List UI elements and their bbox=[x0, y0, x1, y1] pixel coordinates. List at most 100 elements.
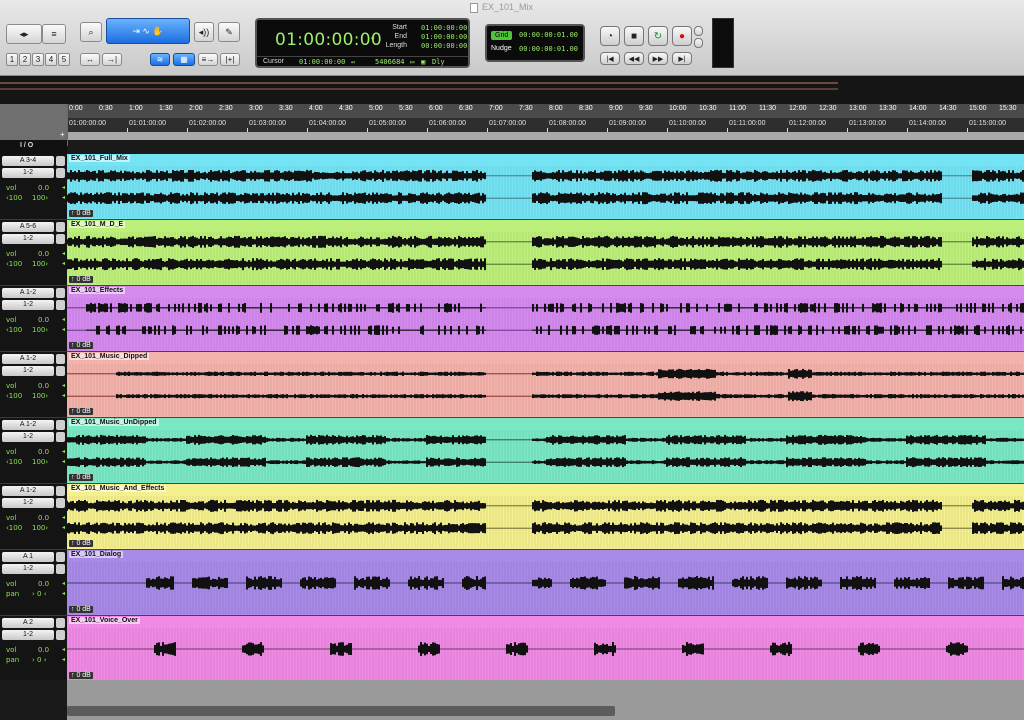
pan-right-value[interactable]: 100› bbox=[32, 524, 48, 532]
timeline-rulers[interactable]: 0:00 0:30 1:00 1:30 2:00 2:30 3:00 3:30 4:00 4:30… bbox=[0, 104, 1024, 140]
transport-collapse-button[interactable] bbox=[694, 38, 703, 48]
pan-right-value[interactable]: › 0 ‹ bbox=[32, 590, 47, 598]
output-menu-icon[interactable] bbox=[56, 300, 65, 310]
spot-mode-button[interactable]: ≋ bbox=[150, 53, 170, 66]
pan-right-value[interactable]: 100› bbox=[32, 326, 48, 334]
input-menu-icon[interactable] bbox=[56, 156, 65, 166]
pan-left-value[interactable]: ‹100 bbox=[6, 458, 22, 466]
stop-button[interactable]: ■ bbox=[624, 26, 644, 46]
playhead-cursor[interactable] bbox=[67, 104, 68, 146]
grid-nudge-display[interactable]: Grid 00:00:00:01.00 Nudge 00:00:00:01.00 bbox=[485, 24, 585, 62]
clip-gain-badge[interactable]: ↑ 0 dB bbox=[69, 276, 93, 283]
pan-left-value[interactable]: ‹100 bbox=[6, 392, 22, 400]
clip-gain-badge[interactable]: ↑ 0 dB bbox=[69, 540, 93, 547]
pencil-tool-button[interactable]: ✎ bbox=[218, 22, 240, 42]
output-menu-icon[interactable] bbox=[56, 498, 65, 508]
length-value[interactable]: 00:00:00:00 bbox=[421, 42, 467, 50]
zoom-preset-1[interactable]: 1 bbox=[6, 53, 18, 66]
param-value[interactable]: 0.0 bbox=[38, 448, 49, 456]
return-to-zero-button[interactable]: |◀ bbox=[600, 52, 620, 65]
input-selector[interactable]: A 1 bbox=[2, 552, 54, 562]
param-value[interactable]: 0.0 bbox=[38, 646, 49, 654]
output-selector[interactable]: 1-2 bbox=[2, 432, 54, 442]
output-menu-icon[interactable] bbox=[56, 168, 65, 178]
clip-name[interactable]: EX_101_Music_And_Effects bbox=[69, 485, 167, 492]
output-selector[interactable]: 1-2 bbox=[2, 300, 54, 310]
nudge-value[interactable]: 00:00:00:01.00 bbox=[519, 45, 578, 53]
output-selector[interactable]: 1-2 bbox=[2, 168, 54, 178]
pan-left-value[interactable]: pan bbox=[6, 656, 19, 664]
zoom-in-button[interactable]: ≡ bbox=[42, 24, 66, 44]
track-lane[interactable]: EX_101_Music_Dipped ↑ 0 dB bbox=[67, 352, 1024, 418]
grid-value[interactable]: 00:00:00:01.00 bbox=[519, 31, 578, 39]
input-menu-icon[interactable] bbox=[56, 354, 65, 364]
pan-right-value[interactable]: › 0 ‹ bbox=[32, 656, 47, 664]
input-selector[interactable]: A 2 bbox=[2, 618, 54, 628]
track-lane[interactable]: EX_101_Music_And_Effects ↑ 0 dB bbox=[67, 484, 1024, 550]
param-value[interactable]: 0.0 bbox=[38, 580, 49, 588]
track-lane[interactable]: EX_101_M_D_E ↑ 0 dB bbox=[67, 220, 1024, 286]
input-menu-icon[interactable] bbox=[56, 288, 65, 298]
input-selector[interactable]: A 1-2 bbox=[2, 486, 54, 496]
start-value[interactable]: 01:00:00:00 bbox=[421, 24, 467, 32]
marker-ruler[interactable] bbox=[67, 132, 1024, 140]
input-selector[interactable]: A 1-2 bbox=[2, 288, 54, 298]
link-timeline-button[interactable]: |+| bbox=[220, 53, 240, 66]
go-to-end-button[interactable]: ▶| bbox=[672, 52, 692, 65]
output-selector[interactable]: 1-2 bbox=[2, 366, 54, 376]
end-value[interactable]: 01:00:00:00 bbox=[421, 33, 467, 41]
input-selector[interactable]: A 1-2 bbox=[2, 420, 54, 430]
output-menu-icon[interactable] bbox=[56, 432, 65, 442]
record-button[interactable]: ● bbox=[672, 26, 692, 46]
slip-mode-button[interactable]: →| bbox=[102, 53, 122, 66]
track-lane[interactable]: EX_101_Voice_Over ↑ 0 dB bbox=[67, 616, 1024, 682]
main-counter-display[interactable]: 01:00:00:00 ▾ Start End Length 01:00:00:… bbox=[255, 18, 470, 68]
grid-mode-button[interactable]: ▦ bbox=[173, 53, 195, 66]
smart-tool-button[interactable]: ⇥ ∿ ✋ bbox=[106, 18, 190, 44]
pan-right-value[interactable]: 100› bbox=[32, 458, 48, 466]
clip-gain-badge[interactable]: ↑ 0 dB bbox=[69, 672, 93, 679]
counter-mode-chevron-icon[interactable]: ▾ bbox=[371, 35, 375, 43]
output-menu-icon[interactable] bbox=[56, 564, 65, 574]
clip-gain-badge[interactable]: ↑ 0 dB bbox=[69, 210, 93, 217]
output-selector[interactable]: 1-2 bbox=[2, 630, 54, 640]
zoom-preset-5[interactable]: 5 bbox=[58, 53, 70, 66]
input-selector[interactable]: A 5-6 bbox=[2, 222, 54, 232]
grid-label[interactable]: Grid bbox=[491, 31, 513, 40]
pan-right-value[interactable]: 100› bbox=[32, 392, 48, 400]
clip-name[interactable]: EX_101_Voice_Over bbox=[69, 617, 140, 624]
zoom-preset-2[interactable]: 2 bbox=[19, 53, 31, 66]
track-lane[interactable]: EX_101_Full_Mix ↑ 0 dB bbox=[67, 154, 1024, 220]
pan-left-value[interactable]: ‹100 bbox=[6, 326, 22, 334]
output-menu-icon[interactable] bbox=[56, 630, 65, 640]
clip-name[interactable]: EX_101_Music_Dipped bbox=[69, 353, 150, 360]
input-selector[interactable]: A 1-2 bbox=[2, 354, 54, 364]
session-overview[interactable] bbox=[0, 76, 1024, 104]
input-menu-icon[interactable] bbox=[56, 486, 65, 496]
zoom-preset-3[interactable]: 3 bbox=[32, 53, 44, 66]
param-value[interactable]: 0.0 bbox=[38, 184, 49, 192]
input-menu-icon[interactable] bbox=[56, 420, 65, 430]
minsec-ruler[interactable]: 0:00 0:30 1:00 1:30 2:00 2:30 3:00 3:30 4:00 4:30… bbox=[67, 104, 1024, 118]
pan-left-value[interactable]: ‹100 bbox=[6, 260, 22, 268]
clip-gain-badge[interactable]: ↑ 0 dB bbox=[69, 474, 93, 481]
clip-name[interactable]: EX_101_Music_UnDipped bbox=[69, 419, 159, 426]
output-menu-icon[interactable] bbox=[56, 366, 65, 376]
zoomer-tool-button[interactable]: ⌕ bbox=[80, 22, 102, 42]
pan-left-value[interactable]: ‹100 bbox=[6, 524, 22, 532]
clip-gain-badge[interactable]: ↑ 0 dB bbox=[69, 408, 93, 415]
add-ruler-icon[interactable]: + bbox=[60, 130, 65, 139]
main-counter[interactable]: 01:00:00:00 bbox=[275, 30, 382, 50]
zoom-out-button[interactable]: ◂▸ bbox=[6, 24, 42, 44]
track-lane[interactable]: EX_101_Effects ↑ 0 dB bbox=[67, 286, 1024, 352]
input-menu-icon[interactable] bbox=[56, 552, 65, 562]
timecode-ruler[interactable]: 01:00:00:00 01:01:00:00 01:02:00:00 01:03:0… bbox=[67, 118, 1024, 132]
pan-right-value[interactable]: 100› bbox=[32, 194, 48, 202]
clip-name[interactable]: EX_101_Full_Mix bbox=[69, 155, 130, 162]
pan-left-value[interactable]: pan bbox=[6, 590, 19, 598]
input-menu-icon[interactable] bbox=[56, 222, 65, 232]
param-value[interactable]: 0.0 bbox=[38, 382, 49, 390]
clip-name[interactable]: EX_101_M_D_E bbox=[69, 221, 126, 228]
play-button[interactable]: ↻ bbox=[648, 26, 668, 46]
fast-forward-button[interactable]: ▶▶ bbox=[648, 52, 668, 65]
